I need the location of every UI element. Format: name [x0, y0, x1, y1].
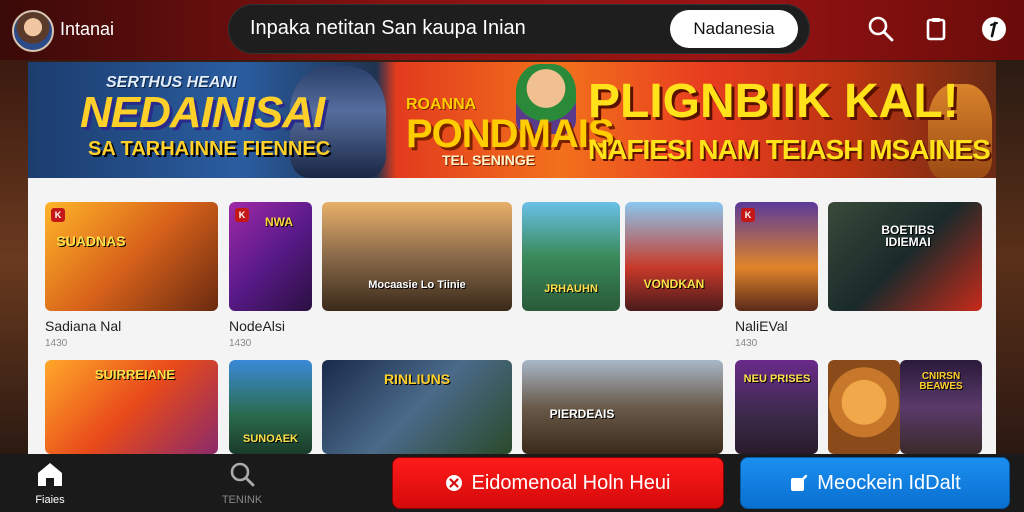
game-card[interactable] [828, 360, 900, 454]
promo-banner[interactable]: SERTHUS HEANI NEDAINISAI SA TARHAINNE FI… [28, 62, 996, 178]
nav-home-label: Fiaies [35, 494, 65, 506]
game-art-title: SUIRREIANE [94, 367, 176, 382]
game-art-title: VONDKAN [643, 277, 705, 291]
secondary-action-label: Meockein IdDalt [817, 471, 961, 494]
game-art-title: NEU PRISES [743, 373, 811, 385]
secondary-action-button[interactable]: Meockein IdDalt [740, 457, 1010, 509]
nav-home[interactable]: Fiaies [20, 460, 80, 508]
top-bar: Intanai Inpaka netitan San kaupa Inian N… [0, 0, 1024, 60]
game-card[interactable]: SUIRREIANE [45, 360, 218, 454]
game-meta: 1430 [735, 338, 758, 349]
search-icon [230, 462, 255, 487]
primary-action-button[interactable]: Eidomenoal Holn Heui [392, 457, 724, 509]
game-art-title: PIERDEAIS [549, 407, 615, 421]
bottom-bar: Fiaies TENINK Eidomenoal Holn Heui Meock… [0, 454, 1024, 512]
game-caption[interactable]: NaliEVal [735, 318, 788, 334]
game-meta: 1430 [45, 338, 68, 349]
banner-left-tagline: SA TARHAINNE FIENNEC [88, 138, 331, 160]
search-bar[interactable]: Inpaka netitan San kaupa Inian Nadanesia [228, 4, 810, 54]
game-card[interactable]: CNIRSN BEAWES [900, 360, 982, 454]
game-art-title: SUADNAS [56, 233, 126, 249]
game-card[interactable]: VONDKAN [625, 202, 723, 311]
game-card[interactable]: K SUADNAS [45, 202, 218, 311]
game-grid: K SUADNAS Sadiana Nal 1430 K NWA NodeAls… [28, 178, 996, 454]
game-meta: 1430 [229, 338, 252, 349]
game-caption[interactable]: NodeAlsi [229, 318, 285, 334]
nav-search-label: TENINK [221, 494, 263, 506]
region-selector[interactable]: Nadanesia [670, 10, 798, 48]
game-card[interactable]: PIERDEAIS [522, 360, 723, 454]
banner-left-title: NEDAINISAI [80, 88, 325, 137]
game-card[interactable]: JRHAUHN [522, 202, 620, 311]
background-left [0, 60, 28, 456]
game-art-title: JRHAUHN [544, 283, 598, 295]
game-caption[interactable]: Sadiana Nal [45, 318, 121, 334]
game-art-title: CNIRSN BEAWES [919, 371, 963, 392]
game-card[interactable]: Mocaasie Lo Tiinie [322, 202, 512, 311]
region-label: Nadanesia [693, 19, 775, 38]
background-right [996, 60, 1024, 456]
game-art-title: Mocaasie Lo Tiinie [368, 279, 466, 291]
game-art-title: BOETIBS IDIEMAI [881, 223, 935, 249]
banner-right-title: PLIGNBIIK KAL! [588, 75, 959, 128]
banner-center-title: PONDMAIS [406, 112, 615, 156]
search-icon[interactable] [867, 15, 895, 43]
game-art-title: SUNOAEK [242, 433, 298, 445]
info-icon[interactable] [980, 15, 1008, 43]
game-card[interactable]: K NWA [229, 202, 312, 311]
search-input[interactable]: Inpaka netitan San kaupa Inian [250, 17, 526, 40]
close-circle-icon [446, 475, 463, 491]
app-title: Intanai [60, 19, 115, 39]
game-card[interactable]: K [735, 202, 818, 311]
banner-right-sub: NAFIESI NAM TEIASH MSAINES [588, 134, 991, 165]
nav-search[interactable]: TENINK [212, 460, 272, 508]
game-card[interactable]: NEU PRISES [735, 360, 818, 454]
game-card[interactable]: SUNOAEK [229, 360, 312, 454]
game-badge: K [235, 208, 249, 222]
game-art-title: RINLIUNS [383, 371, 451, 387]
home-icon [38, 463, 62, 486]
game-badge: K [741, 208, 755, 222]
game-card[interactable]: RINLIUNS [322, 360, 512, 454]
banner-center-sub: TEL SENINGE [442, 152, 536, 168]
game-badge: K [51, 208, 65, 222]
game-art-title: NWA [265, 215, 293, 229]
game-card[interactable]: BOETIBS IDIEMAI [828, 202, 982, 311]
avatar[interactable] [12, 10, 54, 52]
clipboard-icon[interactable] [922, 15, 950, 43]
primary-action-label: Eidomenoal Holn Heui [471, 471, 671, 494]
edit-icon [791, 474, 808, 491]
